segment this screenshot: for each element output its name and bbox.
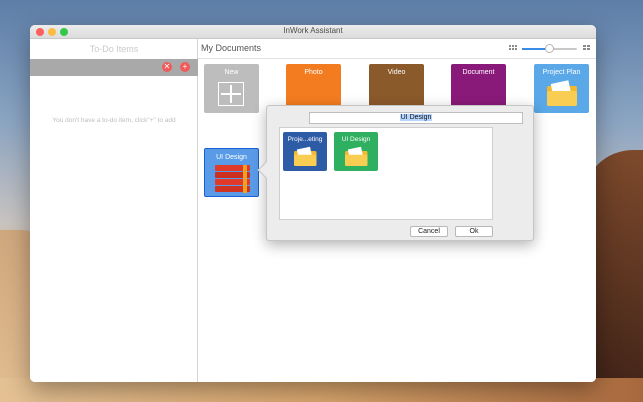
todo-toolbar: ✕ +	[30, 59, 198, 76]
cancel-button[interactable]: Cancel	[410, 226, 448, 237]
sub-folder-tile-ui-design[interactable]: UI Design	[334, 132, 378, 171]
tile-label: Video	[387, 69, 406, 76]
folder-tile-project-plan[interactable]: Project Plan	[534, 64, 589, 113]
large-grid-icon[interactable]	[583, 45, 591, 51]
folder-icon	[294, 146, 317, 166]
tile-label: UI Design	[341, 136, 371, 143]
tile-label: Photo	[304, 69, 323, 76]
folder-icon	[547, 80, 577, 106]
add-todo-button[interactable]: +	[180, 62, 190, 72]
folder-name-input[interactable]: UI Design	[309, 112, 523, 124]
app-window: InWork Assistant To-Do Items ✕ + You don…	[30, 25, 596, 382]
tile-label: New	[224, 69, 239, 76]
books-icon	[215, 165, 250, 193]
small-grid-icon[interactable]	[509, 45, 517, 51]
todo-sidebar: To-Do Items ✕ + You don't have a to-do i…	[30, 39, 198, 382]
sub-folder-tile-project[interactable]: Proje...eting	[283, 132, 327, 171]
folder-name-selected-text: UI Design	[399, 114, 433, 121]
todo-title: To-Do Items	[89, 44, 139, 54]
rename-popover: UI Design Proje...eting UI Design Cancel…	[257, 105, 534, 241]
new-document-tile[interactable]: New	[204, 64, 259, 113]
delete-todo-button[interactable]: ✕	[162, 62, 172, 72]
documents-header: My Documents	[198, 39, 596, 59]
title-bar: InWork Assistant	[30, 25, 596, 39]
tile-label: Project Plan	[542, 69, 581, 76]
documents-title: My Documents	[201, 43, 262, 53]
tile-label: Proje...eting	[287, 136, 323, 143]
plus-icon	[218, 82, 244, 106]
folder-tile-ui-design[interactable]: UI Design	[204, 148, 259, 197]
zoom-slider-knob[interactable]	[545, 44, 554, 53]
folder-contents-well: Proje...eting UI Design	[279, 127, 493, 220]
tile-label: UI Design	[216, 154, 247, 161]
window-title: InWork Assistant	[283, 26, 343, 35]
folder-icon	[345, 146, 368, 166]
ok-button[interactable]: Ok	[455, 226, 493, 237]
todo-empty-message: You don't have a to-do item, click"+" to…	[52, 117, 176, 124]
tile-label: Document	[462, 69, 495, 76]
